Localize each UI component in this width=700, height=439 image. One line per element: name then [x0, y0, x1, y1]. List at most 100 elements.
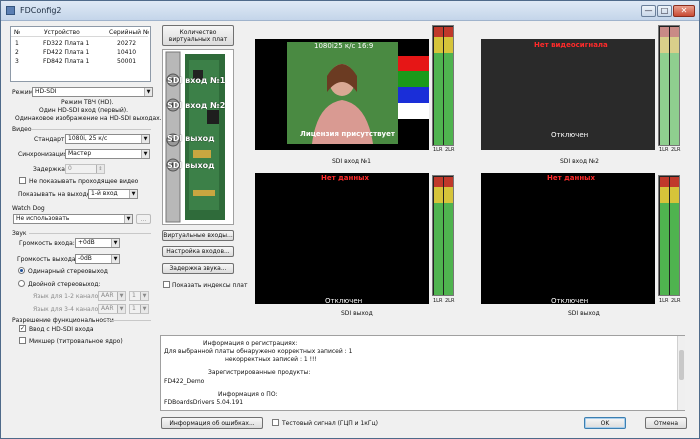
output-volume-select[interactable]: -0dB ▼ — [75, 254, 120, 264]
watchdog-select[interactable]: Не использовать ▼ — [13, 214, 133, 224]
sync-value: Мастер — [68, 150, 92, 157]
app-icon — [6, 6, 15, 15]
log-scrollbar[interactable] — [677, 336, 685, 410]
vu-label-1lr: 1LR — [659, 147, 669, 153]
column-header-serial: Серийный № — [109, 29, 150, 36]
standard-label: Стандарт: — [34, 136, 67, 143]
mode-select[interactable]: HD-SDI ▼ — [32, 87, 153, 97]
chevron-down-icon: ▼ — [111, 239, 119, 247]
log-line: Зарегистрированные продукты: — [208, 369, 311, 376]
delay-value: 0 — [68, 165, 72, 172]
double-stereo-radio[interactable] — [18, 280, 25, 287]
output-volume-label: Громкость выхода: — [17, 256, 78, 263]
license-text: Лицензия присутствует — [300, 130, 395, 138]
minimize-button[interactable]: — — [641, 5, 656, 17]
monitor-caption-1: SDI вход №1 — [332, 158, 371, 165]
column-header-number: № — [14, 29, 21, 36]
disabled-text: Отключен — [325, 297, 363, 305]
table-row[interactable]: 3 FD842 Плата 1 50001 — [11, 57, 148, 66]
no-data-text: Нет данных — [547, 174, 595, 182]
table-row[interactable]: 1 FD322 Плата 1 20272 — [11, 39, 148, 48]
sync-select[interactable]: Мастер ▼ — [65, 149, 150, 159]
mixer-label: Микшер (титровальное ядро) — [29, 338, 123, 345]
vu-label-2lr: 2LR — [445, 147, 455, 153]
lang34-channel-select[interactable]: 1 ▼ — [129, 304, 149, 314]
show-indexes-checkbox[interactable] — [163, 281, 170, 288]
watchdog-more-button[interactable]: ... — [136, 214, 151, 224]
lang34-label: Язык для 3-4 каналов: — [33, 306, 104, 313]
input-volume-label: Громкость входа: — [19, 240, 75, 247]
virtual-inputs-button[interactable]: Виртуальные входы... — [162, 230, 234, 241]
log-line: некорректных записей : 1 !!! — [225, 356, 317, 363]
vu-meter-output-2 — [658, 175, 680, 296]
scrollbar-thumb[interactable] — [679, 350, 684, 380]
chevron-down-icon: ▼ — [124, 215, 132, 223]
vu-label-1lr: 1LR — [659, 298, 669, 304]
video-group-title: Видео — [12, 126, 32, 133]
virtual-boards-button[interactable]: Количество виртуальных плат — [162, 25, 234, 46]
mode-description-2: Один HD-SDI вход (первый). — [39, 107, 129, 114]
watchdog-group-title: Watch Dog — [12, 205, 45, 212]
cancel-button[interactable]: Отмена — [645, 417, 687, 429]
hdsdi-input-label: Ввод с HD-SDI входа — [29, 326, 94, 333]
single-stereo-label: Одинарный стереовыход — [28, 268, 108, 275]
log-line: Информация о регистрациях: — [203, 340, 298, 347]
row-number: 1 — [15, 40, 19, 47]
input-settings-button[interactable]: Настройка входов... — [162, 246, 234, 257]
lang12-channel-select[interactable]: 1 ▼ — [129, 291, 149, 301]
standard-select[interactable]: 1080i, 25 к/с ▼ — [65, 134, 150, 144]
maximize-button[interactable]: □ — [657, 5, 672, 17]
divider — [103, 320, 151, 321]
chevron-down-icon: ▼ — [141, 135, 149, 143]
row-number: 3 — [15, 58, 19, 65]
vu-meter-output-1 — [432, 175, 454, 296]
table-row[interactable]: 2 FD422 Плата 1 10410 — [11, 48, 148, 57]
mode-description-1: Режим ТВЧ (HD). — [61, 99, 114, 106]
monitor-sdi-output-1: Нет данных Отключен — [255, 173, 429, 305]
hdsdi-input-checkbox[interactable]: ✓ — [19, 325, 26, 332]
monitor-caption-2: SDI вход №2 — [560, 158, 599, 165]
color-bar-blue — [398, 87, 429, 103]
signal-format-text: 1080i25 к/с 16:9 — [314, 42, 374, 50]
row-serial: 10410 — [117, 49, 137, 56]
vu-meter-input-1 — [432, 25, 454, 146]
test-signal-checkbox[interactable] — [272, 419, 279, 426]
audio-delay-button[interactable]: Задержка звука... — [162, 263, 234, 274]
log-line: FDBoardsDrivers 5.04.191 — [164, 399, 244, 406]
show-output-value: 1-й вход — [91, 190, 118, 197]
input-volume-select[interactable]: +0dB ▼ — [75, 238, 120, 248]
vu-meter-input-2 — [658, 25, 680, 146]
delay-stepper[interactable]: 0 ⇕ — [65, 164, 105, 174]
passthrough-checkbox[interactable] — [19, 177, 26, 184]
chevron-down-icon: ▼ — [144, 88, 152, 96]
main-window: FDConfig2 — □ ✕ № Устройство Серийный № … — [0, 0, 700, 439]
standard-value: 1080i, 25 к/с — [68, 135, 108, 142]
lang12-channel-value: 1 — [132, 292, 136, 299]
output-volume-value: -0dB — [78, 255, 92, 262]
no-signal-text: Нет видеосигнала — [534, 41, 608, 49]
mixer-checkbox[interactable] — [19, 337, 26, 344]
chevron-down-icon: ▼ — [129, 190, 137, 198]
show-output-select[interactable]: 1-й вход ▼ — [88, 189, 138, 199]
disabled-text: Отключен — [551, 297, 589, 305]
input-volume-value: +0dB — [78, 239, 95, 246]
monitor-caption-4: SDI выход — [568, 310, 600, 317]
ok-button[interactable]: OK — [584, 417, 626, 429]
vu-label-1lr: 1LR — [433, 298, 443, 304]
lang34-value: AAR — [101, 305, 114, 312]
row-device: FD422 Плата 1 — [43, 49, 90, 56]
color-bar-red — [398, 56, 429, 71]
test-signal-label: Тестовый сигнал (ГЦП и 1кГц) — [282, 420, 379, 427]
lang12-select[interactable]: AAR ▼ — [98, 291, 126, 301]
functions-group-title: Разрешение функциональности — [12, 317, 114, 324]
table-header: № Устройство Серийный № — [11, 28, 150, 37]
monitor-sdi-input-2: Нет видеосигнала Отключен — [481, 39, 655, 150]
error-info-button[interactable]: Информация об ошибках... — [161, 417, 263, 429]
single-stereo-radio[interactable] — [18, 267, 25, 274]
chevron-down-icon: ▼ — [140, 292, 148, 300]
spin-icon: ⇕ — [96, 165, 104, 173]
show-output-label: Показывать на выходе: — [18, 191, 93, 198]
info-log[interactable]: Информация о регистрациях: Для выбранной… — [160, 335, 685, 411]
close-button[interactable]: ✕ — [673, 5, 695, 17]
lang34-select[interactable]: AAR ▼ — [98, 304, 126, 314]
